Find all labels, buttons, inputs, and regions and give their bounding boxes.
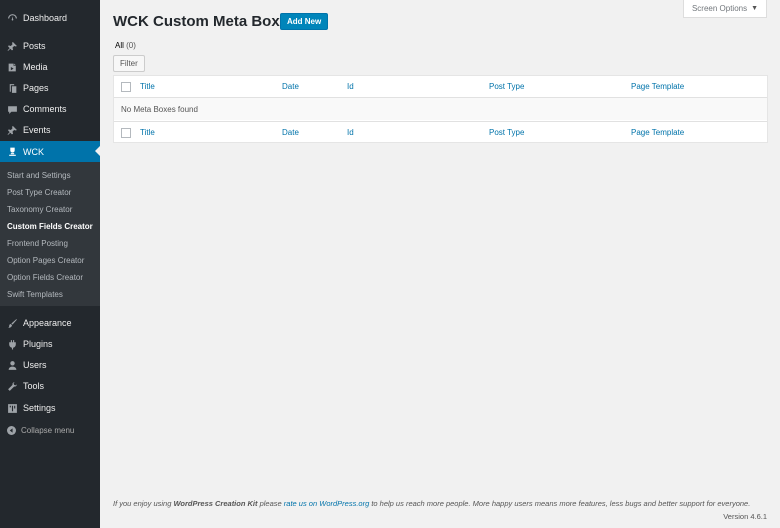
column-title-footer[interactable]: Title — [140, 128, 155, 137]
footer-message: If you enjoy using WordPress Creation Ki… — [113, 499, 750, 508]
table-footer-row: Title Date Id Post Type Page Template — [114, 121, 767, 143]
menu-plugins[interactable]: Plugins — [0, 334, 100, 354]
menu-label: Comments — [23, 104, 67, 114]
settings-icon — [6, 402, 18, 414]
submenu-start-and-settings[interactable]: Start and Settings — [7, 171, 71, 180]
media-icon — [6, 61, 18, 73]
wck-icon — [6, 146, 18, 158]
view-filter-all[interactable]: All (0) — [115, 41, 136, 50]
caret-down-icon: ▼ — [751, 5, 759, 12]
menu-media[interactable]: Media — [0, 57, 100, 77]
wrench-icon — [6, 380, 18, 392]
empty-message: No Meta Boxes found — [121, 105, 198, 114]
filter-button[interactable]: Filter — [113, 55, 145, 72]
footer-brand: WordPress Creation Kit — [173, 499, 258, 508]
pages-icon — [6, 82, 18, 94]
menu-pages[interactable]: Pages — [0, 78, 100, 98]
dashboard-icon — [6, 12, 18, 24]
column-date-footer[interactable]: Date — [282, 128, 299, 137]
comment-icon — [6, 103, 18, 115]
column-post-type-footer[interactable]: Post Type — [489, 128, 524, 137]
admin-sidebar: Dashboard Posts Media Pages Comments Eve… — [0, 0, 100, 528]
collapse-menu-button[interactable]: Collapse menu — [0, 420, 100, 440]
meta-boxes-table: Title Date Id Post Type Page Template No… — [113, 75, 768, 143]
submenu-post-type-creator[interactable]: Post Type Creator — [7, 188, 71, 197]
submenu-option-pages-creator[interactable]: Option Pages Creator — [7, 256, 84, 265]
column-title[interactable]: Title — [140, 82, 155, 91]
brush-icon — [6, 317, 18, 329]
menu-label: Posts — [23, 41, 46, 51]
footer-text-mid: please — [257, 499, 284, 508]
wck-submenu: Start and Settings Post Type Creator Tax… — [0, 162, 100, 306]
menu-label: Tools — [23, 381, 45, 391]
screen-options-button[interactable]: Screen Options ▼ — [683, 0, 767, 18]
empty-row: No Meta Boxes found — [114, 98, 767, 120]
plugin-icon — [6, 338, 18, 350]
pin-icon — [6, 124, 18, 136]
column-id[interactable]: Id — [347, 82, 354, 91]
menu-dashboard[interactable]: Dashboard — [0, 8, 100, 28]
column-page-template-footer[interactable]: Page Template — [631, 128, 684, 137]
menu-users[interactable]: Users — [0, 355, 100, 375]
submenu-swift-templates[interactable]: Swift Templates — [7, 290, 63, 299]
menu-events[interactable]: Events — [0, 120, 100, 140]
submenu-frontend-posting[interactable]: Frontend Posting — [7, 239, 68, 248]
filter-all-label: All — [115, 41, 124, 50]
footer-text-pre: If you enjoy using — [113, 499, 174, 508]
menu-label: Users — [23, 360, 47, 370]
add-new-button[interactable]: Add New — [280, 13, 329, 30]
pin-icon — [6, 40, 18, 52]
menu-posts[interactable]: Posts — [0, 36, 100, 56]
column-date[interactable]: Date — [282, 82, 299, 91]
active-indicator — [95, 146, 100, 156]
menu-label: Dashboard — [23, 13, 68, 23]
menu-label: Pages — [23, 83, 49, 93]
menu-tools[interactable]: Tools — [0, 376, 100, 396]
version-text: Version 4.6.1 — [723, 512, 767, 521]
submenu-custom-fields-creator[interactable]: Custom Fields Creator — [7, 222, 93, 231]
menu-settings[interactable]: Settings — [0, 398, 100, 418]
collapse-label: Collapse menu — [21, 425, 75, 435]
select-all-checkbox-footer[interactable] — [121, 128, 131, 138]
rate-us-link[interactable]: rate us on WordPress.org — [284, 499, 369, 508]
column-post-type[interactable]: Post Type — [489, 82, 524, 91]
menu-label: Settings — [23, 403, 56, 413]
menu-appearance[interactable]: Appearance — [0, 313, 100, 333]
user-icon — [6, 359, 18, 371]
footer-text-post: to help us reach more people. More happy… — [369, 499, 751, 508]
menu-label: Media — [23, 62, 48, 72]
page-title: WCK Custom Meta Boxes — [113, 13, 297, 30]
column-id-footer[interactable]: Id — [347, 128, 354, 137]
column-page-template[interactable]: Page Template — [631, 82, 684, 91]
submenu-option-fields-creator[interactable]: Option Fields Creator — [7, 273, 83, 282]
menu-label: Events — [23, 125, 51, 135]
submenu-taxonomy-creator[interactable]: Taxonomy Creator — [7, 205, 72, 214]
menu-label: Appearance — [23, 318, 72, 328]
select-all-checkbox[interactable] — [121, 82, 131, 92]
menu-label: Plugins — [23, 339, 53, 349]
screen-options-label: Screen Options — [691, 4, 748, 13]
collapse-icon — [7, 425, 16, 435]
table-header-row: Title Date Id Post Type Page Template — [114, 76, 767, 98]
menu-comments[interactable]: Comments — [0, 99, 100, 119]
filter-all-count: (0) — [126, 41, 136, 50]
menu-label: WCK — [23, 146, 44, 157]
menu-wck[interactable]: WCK — [0, 141, 100, 162]
